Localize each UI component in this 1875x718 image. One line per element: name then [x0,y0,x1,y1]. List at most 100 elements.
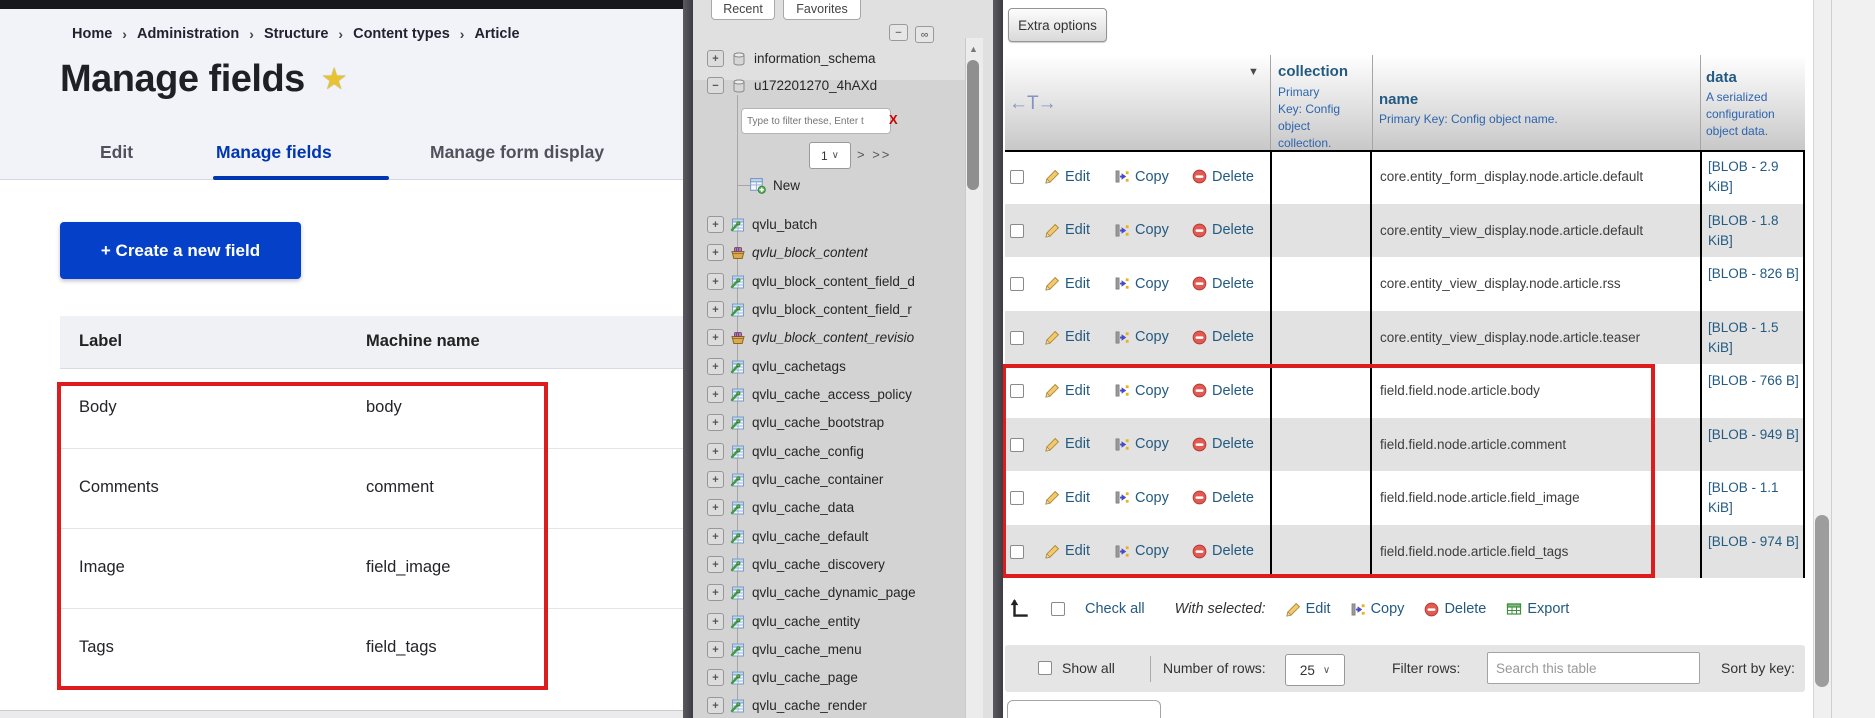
column-header-collection[interactable]: collection [1278,63,1366,80]
expand-icon[interactable]: + [707,273,724,290]
tree-item-label[interactable]: qvlu_cache_dynamic_page [752,585,916,600]
breadcrumb-content-types[interactable]: Content types [353,26,450,42]
expand-icon[interactable]: + [707,528,724,545]
cell-data-blob[interactable]: [BLOB - 766 B] [1700,364,1805,418]
tree-item-table[interactable]: +qvlu_cache_container [707,471,883,488]
cell-data-blob[interactable]: [BLOB - 1.5 KiB] [1700,311,1805,365]
tree-item-table[interactable]: + qvlu_batch [707,216,817,233]
tree-item-table[interactable]: + qvlu_cache_data [707,499,854,516]
tree-item-label[interactable]: qvlu_cache_data [752,500,854,515]
copy-row-link[interactable]: Copy [1115,311,1169,365]
column-header-data[interactable]: data [1706,69,1802,86]
expand-icon[interactable]: + [707,641,724,658]
tree-item-table[interactable]: + qvlu_cache_bootstrap [707,414,884,431]
tree-item-information-schema[interactable]: + information_schema [707,50,876,67]
create-new-field-button[interactable]: + Create a new field [60,222,301,279]
tree-item-label[interactable]: u172201270_4hAXd [754,78,877,93]
tree-item-table[interactable]: + qvlu_cache_dynamic_page [707,584,916,601]
delete-row-link[interactable]: Delete [1192,150,1254,204]
table-search-input[interactable] [1487,652,1700,684]
row-checkbox[interactable] [1010,170,1024,184]
number-of-rows-select[interactable]: 25 ∨ [1285,654,1345,686]
breadcrumb-home[interactable]: Home [72,26,112,42]
show-all-label[interactable]: Show all [1062,660,1115,676]
unlink-databases-icon[interactable]: ∞ [915,26,934,43]
nav-tab-recent[interactable]: Recent [711,0,775,20]
tree-item-label[interactable]: qvlu_cache_entity [752,614,860,629]
tree-item-label[interactable]: qvlu_cache_default [752,529,868,544]
tree-page-next-links[interactable]: > >> [857,147,891,162]
row-checkbox[interactable] [1010,277,1024,291]
tree-item-table[interactable]: + qvlu_cache_page [707,669,858,686]
with-selected-edit-button[interactable]: Edit [1286,601,1331,617]
delete-row-link[interactable]: Delete [1192,204,1254,258]
expand-icon[interactable]: + [707,50,724,67]
extra-options-button[interactable]: Extra options [1008,8,1107,42]
expand-icon[interactable]: + [707,216,724,233]
cell-data-blob[interactable]: [BLOB - 2.9 KiB] [1700,150,1805,204]
expand-icon[interactable]: + [707,329,724,346]
with-selected-delete-button[interactable]: Delete [1424,601,1486,617]
tree-item-view[interactable]: + qvlu_block_content [707,244,868,261]
tree-item-label[interactable]: qvlu_cache_bootstrap [752,415,884,430]
scroll-up-icon[interactable]: ▲ [969,44,978,54]
tab-edit[interactable]: Edit [100,142,133,163]
expand-icon[interactable]: + [707,386,724,403]
row-checkbox[interactable] [1010,224,1024,238]
breadcrumb-structure[interactable]: Structure [264,26,328,42]
tree-item-table[interactable]: + qvlu_cache_config [707,443,864,460]
tree-item-view[interactable]: + qvlu_block_content_revisio [707,329,914,346]
tree-item-table[interactable]: + qvlu_cache_default [707,528,868,545]
expand-icon[interactable]: + [707,244,724,261]
check-all-link[interactable]: Check all [1085,601,1145,617]
collapse-all-icon[interactable]: − [889,24,908,41]
tree-page-select[interactable]: 1 ∨ [809,142,851,169]
tree-item-label[interactable]: information_schema [754,51,876,66]
cell-data-blob[interactable]: [BLOB - 974 B] [1700,525,1805,579]
expand-icon[interactable]: + [707,499,724,516]
toggle-full-texts-icon[interactable]: ←T→ [1009,93,1056,115]
row-checkbox[interactable] [1010,331,1024,345]
tree-filter-input[interactable] [741,108,891,134]
tree-item-label[interactable]: qvlu_cachetags [752,359,846,374]
tree-item-table[interactable]: + qvlu_block_content_field_d [707,273,915,290]
edit-row-link[interactable]: Edit [1045,204,1090,258]
edit-row-link[interactable]: Edit [1045,150,1090,204]
check-all-checkbox[interactable] [1051,602,1065,616]
expand-icon[interactable]: + [707,471,724,488]
sort-descending-icon[interactable]: ▼ [1248,66,1259,78]
tree-item-table[interactable]: +qvlu_block_content_field_r [707,301,912,318]
tree-item-label[interactable]: qvlu_cache_page [752,670,858,685]
with-selected-export-button[interactable]: Export [1506,601,1569,617]
tree-item-label[interactable]: qvlu_block_content [752,245,868,260]
tree-item-table[interactable]: +qvlu_cache_entity [707,613,860,630]
filter-clear-button[interactable]: X [889,112,898,127]
tree-item-label[interactable]: qvlu_cache_config [752,444,864,459]
expand-icon[interactable]: + [707,556,724,573]
tab-manage-form-display[interactable]: Manage form display [430,142,604,163]
expand-icon[interactable]: + [707,358,724,375]
tree-item-label[interactable]: qvlu_cache_menu [752,642,862,657]
breadcrumb-article[interactable]: Article [474,26,519,42]
expand-icon[interactable]: + [707,443,724,460]
expand-icon[interactable]: + [707,669,724,686]
delete-row-link[interactable]: Delete [1192,311,1254,365]
tree-item-label[interactable]: qvlu_block_content_revisio [752,330,914,345]
cell-data-blob[interactable]: [BLOB - 1.1 KiB] [1700,471,1805,525]
expand-icon[interactable]: + [707,414,724,431]
cell-data-blob[interactable]: [BLOB - 1.8 KiB] [1700,204,1805,258]
collapse-icon[interactable]: − [707,77,724,94]
tree-item-table[interactable]: +qvlu_cache_access_policy [707,386,912,403]
nav-scrollbar-thumb[interactable] [967,60,979,190]
tree-item-table[interactable]: + qvlu_cache_discovery [707,556,885,573]
tree-item-table[interactable]: + qvlu_cache_menu [707,641,862,658]
tree-item-label[interactable]: qvlu_cache_discovery [752,557,885,572]
tree-item-label[interactable]: qvlu_batch [752,217,817,232]
expand-icon[interactable]: + [707,584,724,601]
tree-item-table[interactable]: +qvlu_cache_render [707,697,867,714]
tree-item-label[interactable]: qvlu_block_content_field_d [752,274,915,289]
tree-item-database-u172201270[interactable]: − u172201270_4hAXd [707,77,877,94]
column-header-name[interactable]: name [1379,91,1699,108]
edit-row-link[interactable]: Edit [1045,311,1090,365]
copy-row-link[interactable]: Copy [1115,257,1169,311]
